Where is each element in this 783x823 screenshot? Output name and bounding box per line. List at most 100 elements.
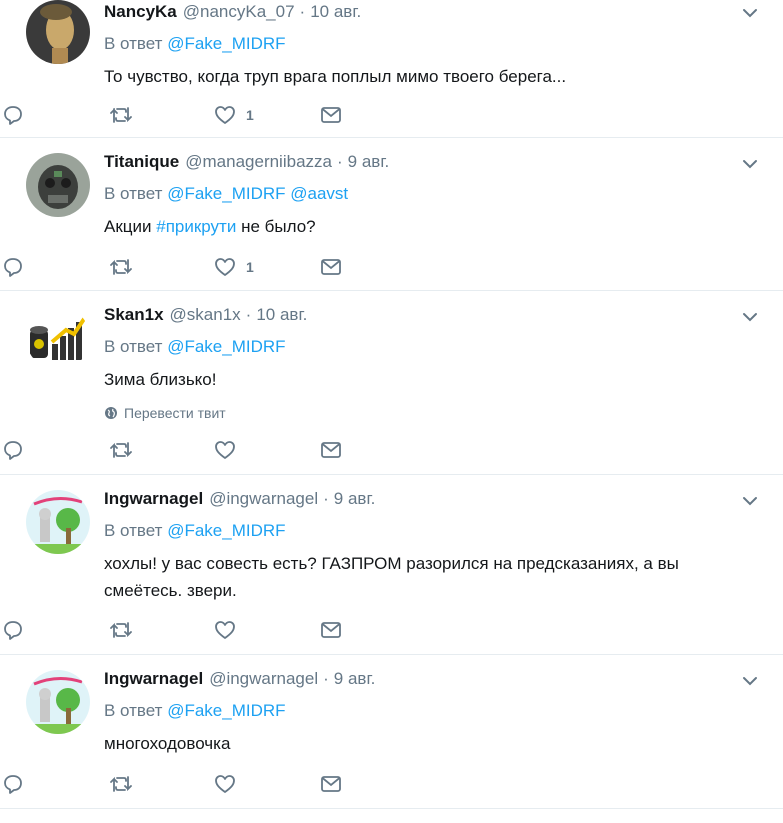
tweet-text: Зима близько!	[104, 366, 783, 393]
reply-prefix: В ответ	[104, 34, 163, 53]
tweet[interactable]: Titanique @managerniibazza · 9 авг. В от…	[0, 138, 783, 291]
separator-dot: ·	[323, 669, 329, 688]
direct-message-icon	[321, 622, 341, 638]
avatar[interactable]	[26, 490, 90, 554]
direct-message-button[interactable]	[320, 104, 426, 126]
user-handle[interactable]: @managerniibazza	[185, 152, 332, 172]
direct-message-button[interactable]	[320, 773, 426, 795]
reply-icon	[4, 441, 22, 460]
reply-prefix: В ответ	[104, 521, 163, 540]
like-count: 1	[246, 107, 254, 123]
separator-dot: ·	[323, 489, 329, 508]
reply-context: В ответ @Fake_MIDRF	[104, 337, 783, 359]
tweet-text-part: хохлы! у вас совесть есть? ГАЗПРОМ разор…	[104, 554, 679, 600]
like-button[interactable]	[214, 439, 320, 461]
user-handle[interactable]: @ingwarnagel	[209, 489, 318, 509]
mention-link[interactable]: @Fake_MIDRF	[167, 521, 285, 540]
tweet-text: хохлы! у вас совесть есть? ГАЗПРОМ разор…	[104, 550, 724, 604]
reply-context: В ответ @Fake_MIDRF	[104, 701, 783, 723]
avatar[interactable]	[26, 0, 90, 64]
chevron-down-icon[interactable]	[741, 672, 759, 690]
reply-button[interactable]	[2, 104, 108, 126]
like-button[interactable]	[214, 773, 320, 795]
reply-icon	[4, 258, 22, 277]
retweet-button[interactable]	[108, 439, 214, 461]
retweet-button[interactable]	[108, 619, 214, 641]
like-icon	[215, 441, 235, 459]
reply-icon	[4, 775, 22, 794]
retweet-button[interactable]	[108, 773, 214, 795]
reply-button[interactable]	[2, 773, 108, 795]
user-handle[interactable]: @skan1x	[170, 305, 241, 325]
direct-message-button[interactable]	[320, 619, 426, 641]
display-name[interactable]: Titanique	[104, 152, 179, 172]
tweet-text-part: Акции	[104, 217, 157, 236]
translate-label[interactable]: Перевести твит	[124, 405, 226, 421]
reply-button[interactable]	[2, 439, 108, 461]
direct-message-button[interactable]	[320, 256, 426, 278]
like-button[interactable]: 1	[214, 104, 320, 126]
like-icon	[215, 106, 235, 124]
tweet-text-part: не было?	[236, 217, 316, 236]
hashtag-link[interactable]: #прикрути	[156, 217, 236, 236]
reply-button[interactable]	[2, 256, 108, 278]
tweet-text-part: То чувство, когда труп врага поплыл мимо…	[104, 67, 567, 86]
mention-link[interactable]: @Fake_MIDRF	[167, 184, 285, 203]
avatar[interactable]	[26, 306, 90, 370]
tweet-date[interactable]: 10 авг.	[256, 305, 307, 325]
like-icon	[215, 621, 235, 639]
tweet[interactable]: Skan1x @skan1x · 10 авг. В ответ @Fake_M…	[0, 291, 783, 475]
like-icon	[215, 775, 235, 793]
tweet[interactable]: Ingwarnagel @ingwarnagel · 9 авг. В отве…	[0, 655, 783, 809]
tweet[interactable]: Ingwarnagel @ingwarnagel · 9 авг. В отве…	[0, 475, 783, 655]
display-name[interactable]: Skan1x	[104, 305, 164, 325]
chevron-down-icon[interactable]	[741, 308, 759, 326]
user-handle[interactable]: @nancyKa_07	[183, 2, 295, 22]
chevron-down-icon[interactable]	[741, 4, 759, 22]
retweet-icon	[110, 622, 132, 638]
separator-dot: ·	[245, 305, 252, 324]
like-button[interactable]: 1	[214, 256, 320, 278]
mention-link[interactable]: @Fake_MIDRF	[167, 34, 285, 53]
tweet-date[interactable]: 9 авг.	[334, 669, 376, 689]
retweet-button[interactable]	[108, 256, 214, 278]
globe-icon	[105, 407, 117, 419]
like-button[interactable]	[214, 619, 320, 641]
tweet-text-part: Зима близько!	[104, 370, 217, 389]
retweet-icon	[110, 776, 132, 792]
retweet-button[interactable]	[108, 104, 214, 126]
retweet-icon	[110, 107, 132, 123]
mention-link[interactable]: @Fake_MIDRF	[167, 701, 285, 720]
reply-context: В ответ @Fake_MIDRF	[104, 521, 783, 543]
like-count: 1	[246, 259, 254, 275]
reply-prefix: В ответ	[104, 184, 163, 203]
tweet-date[interactable]: 9 авг.	[334, 489, 376, 509]
tweet[interactable]: NancyKa @nancyKa_07 · 10 авг. В ответ @F…	[0, 0, 783, 138]
avatar[interactable]	[26, 670, 90, 734]
reply-button[interactable]	[2, 619, 108, 641]
mention-link[interactable]: @Fake_MIDRF	[167, 337, 285, 356]
display-name[interactable]: Ingwarnagel	[104, 669, 203, 689]
retweet-icon	[110, 259, 132, 275]
like-icon	[215, 258, 235, 276]
reply-icon	[4, 621, 22, 640]
tweet-text: То чувство, когда труп врага поплыл мимо…	[104, 63, 783, 90]
chevron-down-icon[interactable]	[741, 492, 759, 510]
user-handle[interactable]: @ingwarnagel	[209, 669, 318, 689]
display-name[interactable]: Ingwarnagel	[104, 489, 203, 509]
display-name[interactable]: NancyKa	[104, 2, 177, 22]
chevron-down-icon[interactable]	[741, 155, 759, 173]
direct-message-icon	[321, 107, 341, 123]
tweet-text: Акции #прикрути не было?	[104, 213, 783, 240]
direct-message-icon	[321, 442, 341, 458]
tweet-date[interactable]: 10 авг.	[310, 2, 361, 22]
tweet-text-part: многоходовочка	[104, 734, 231, 753]
translate-tweet-link[interactable]: Перевести твит	[104, 405, 783, 421]
reply-prefix: В ответ	[104, 337, 163, 356]
avatar[interactable]	[26, 153, 90, 217]
direct-message-button[interactable]	[320, 439, 426, 461]
mention-link[interactable]: @aavst	[290, 184, 348, 203]
reply-prefix: В ответ	[104, 701, 163, 720]
tweet-date[interactable]: 9 авг.	[348, 152, 390, 172]
reply-context: В ответ @Fake_MIDRF	[104, 34, 783, 56]
